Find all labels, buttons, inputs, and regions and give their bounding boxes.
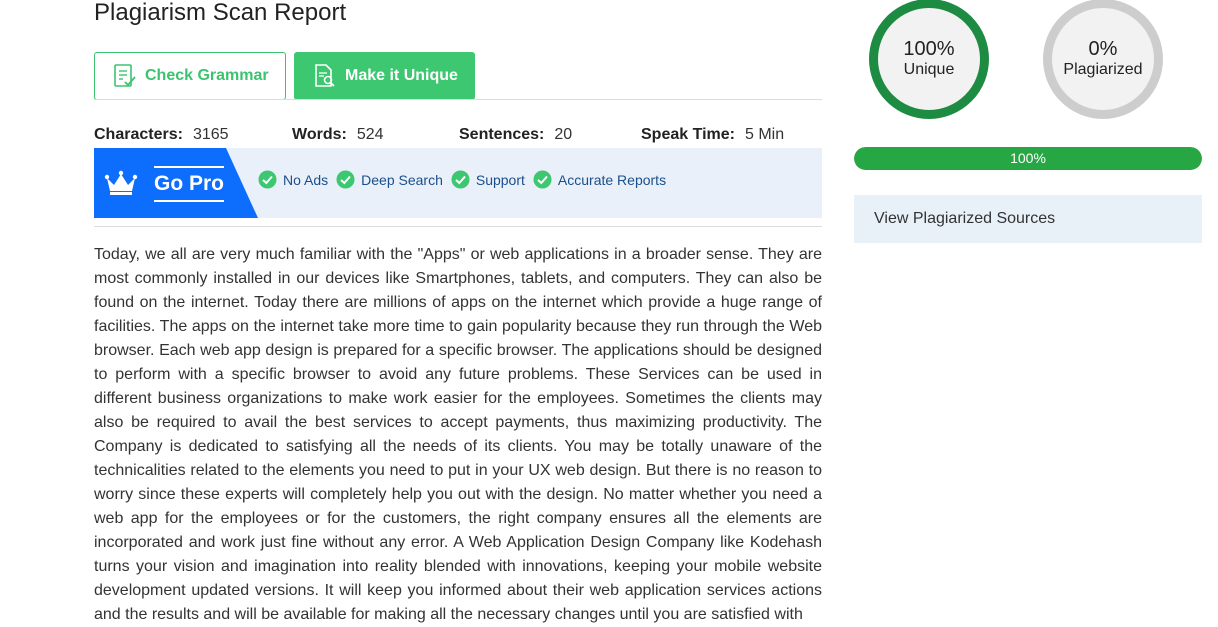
feature-label: Deep Search	[361, 171, 443, 188]
make-unique-button[interactable]: Make it Unique	[294, 52, 475, 100]
feature-label: Accurate Reports	[557, 171, 667, 188]
crown-icon	[104, 170, 138, 201]
document-search-icon	[313, 63, 337, 89]
uniqueness-progress-bar: 100%	[854, 147, 1202, 170]
progress-label: 100%	[1010, 150, 1046, 166]
feature-label: Support	[475, 171, 525, 188]
feature-label: No Ads	[283, 171, 329, 188]
divider-top	[94, 99, 822, 100]
scanned-text: Today, we all are very much familiar wit…	[94, 246, 822, 623]
speak-time-stat: Speak Time: 5 Min	[641, 126, 785, 143]
unique-score-circle: 100% Unique	[869, 0, 989, 119]
feature-item: No Ads	[258, 170, 328, 189]
go-pro-label[interactable]: Go Pro	[154, 166, 225, 202]
check-circle-icon	[336, 170, 355, 189]
characters-stat: Characters: 3165	[94, 126, 229, 143]
page-title: Plagiarism Scan Report	[94, 0, 347, 26]
plagiarized-label: Plagiarized	[1063, 61, 1143, 78]
check-circle-icon	[451, 170, 470, 189]
check-circle-icon	[533, 170, 552, 189]
unique-percentage: 100%	[903, 38, 955, 60]
feature-item: Accurate Reports	[533, 170, 666, 189]
check-circle-icon	[258, 170, 277, 189]
grammar-check-icon	[113, 63, 137, 89]
feature-item: Support	[451, 170, 525, 189]
sentences-stat: Sentences: 20	[459, 126, 573, 143]
unique-label: Unique	[903, 61, 955, 78]
divider-bottom	[94, 226, 822, 227]
go-pro-banner[interactable]: Go Pro No Ads Deep Search Support Accura…	[94, 148, 822, 218]
words-stat: Words: 524	[292, 126, 384, 143]
plagiarized-score-circle: 0% Plagiarized	[1043, 0, 1163, 119]
view-plagiarized-sources-button[interactable]: View Plagiarized Sources	[854, 195, 1202, 243]
check-grammar-button[interactable]: Check Grammar	[94, 52, 286, 100]
go-pro-features: No Ads Deep Search Support Accurate Repo…	[258, 170, 674, 189]
plagiarized-percentage: 0%	[1088, 38, 1118, 60]
make-unique-label: Make it Unique	[345, 67, 458, 84]
check-grammar-label: Check Grammar	[145, 67, 269, 84]
feature-item: Deep Search	[336, 170, 443, 189]
